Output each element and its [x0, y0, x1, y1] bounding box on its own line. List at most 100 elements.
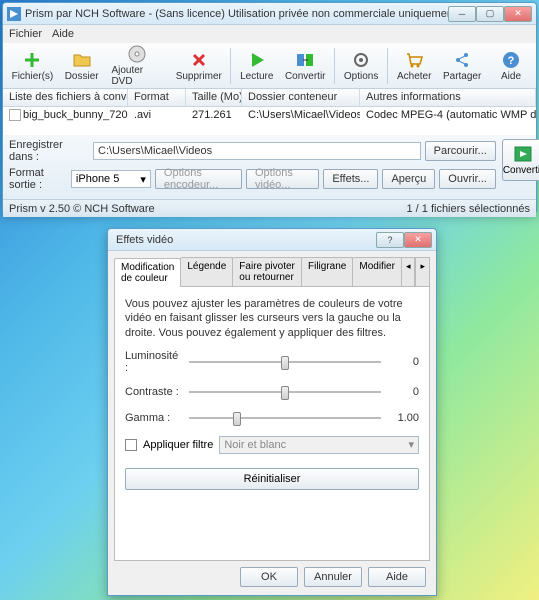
tabs: Modification de couleur Légende Faire pi…	[114, 257, 430, 287]
encoder-options-button[interactable]: Options encodeur...	[155, 169, 242, 189]
maximize-button[interactable]: ▢	[476, 6, 504, 22]
dvd-icon	[127, 44, 147, 64]
gamma-label: Gamma :	[125, 412, 181, 424]
separator	[230, 48, 231, 84]
play-icon	[247, 50, 267, 70]
col-name[interactable]: Liste des fichiers à convertir	[3, 89, 128, 106]
dialog-help-button[interactable]: ?	[376, 232, 404, 248]
applyfilter-checkbox[interactable]	[125, 439, 137, 451]
dialog-titlebar[interactable]: Effets vidéo ? ✕	[108, 229, 436, 251]
cell-name: big_buck_bunny_720p_st...	[3, 108, 128, 122]
tab-scroll-left[interactable]: ◂	[401, 257, 416, 286]
dialog-body: Modification de couleur Légende Faire pi…	[108, 251, 436, 595]
window-controls: ─ ▢ ✕	[448, 6, 532, 22]
status-right: 1 / 1 fichiers sélectionnés	[406, 203, 530, 215]
convert-icon	[295, 50, 315, 70]
brightness-value: 0	[389, 356, 419, 368]
video-options-button[interactable]: Options vidéo...	[246, 169, 319, 189]
open-button[interactable]: Ouvrir...	[439, 169, 496, 189]
separator	[387, 48, 388, 84]
tab-color[interactable]: Modification de couleur	[114, 258, 181, 287]
chevron-down-icon: ▾	[140, 173, 146, 186]
menu-help[interactable]: Aide	[52, 28, 74, 40]
cell-size: 271.261	[186, 108, 242, 122]
options-button[interactable]: Options	[339, 48, 383, 84]
filter-select[interactable]: Noir et blanc▾	[219, 436, 419, 454]
description: Vous pouvez ajuster les paramètres de co…	[125, 297, 419, 340]
savein-input[interactable]: C:\Users\Micael\Videos	[93, 142, 421, 160]
browse-button[interactable]: Parcourir...	[425, 141, 496, 161]
cell-folder: C:\Users\Micael\Videos	[242, 108, 360, 122]
add-folder-button[interactable]: Dossier	[60, 48, 104, 84]
contrast-slider[interactable]	[189, 384, 381, 400]
help-button[interactable]: Aide	[368, 567, 426, 587]
tab-caption[interactable]: Légende	[180, 257, 233, 286]
tab-modify[interactable]: Modifier	[352, 257, 402, 286]
savein-label: Enregistrer dans :	[9, 139, 89, 163]
add-files-button[interactable]: Fichier(s)	[7, 48, 58, 84]
reset-button[interactable]: Réinitialiser	[125, 468, 419, 490]
cell-other: Codec MPEG-4 (automatic WMP downloa...	[360, 108, 536, 122]
delete-icon	[189, 50, 209, 70]
col-size[interactable]: Taille (Mo)	[186, 89, 242, 106]
svg-text:?: ?	[508, 55, 515, 67]
add-dvd-button[interactable]: Ajouter DVD	[105, 42, 169, 89]
outfmt-label: Format sortie :	[9, 167, 67, 191]
bottom-panel: Enregistrer dans : C:\Users\Micael\Video…	[3, 135, 536, 199]
convert-icon	[513, 145, 533, 163]
contrast-value: 0	[389, 386, 419, 398]
window-title: Prism par NCH Software - (Sans licence) …	[25, 8, 448, 20]
status-left: Prism v 2.50 © NCH Software	[9, 203, 155, 215]
brightness-label: Luminosité :	[125, 350, 181, 374]
col-folder[interactable]: Dossier conteneur	[242, 89, 360, 106]
convert-big-button[interactable]: Convertir	[502, 139, 539, 181]
close-button[interactable]: ✕	[504, 6, 532, 22]
tab-scroll-right[interactable]: ▸	[415, 257, 430, 286]
separator	[334, 48, 335, 84]
col-other[interactable]: Autres informations	[360, 89, 536, 106]
brightness-slider[interactable]	[189, 354, 381, 370]
menu-file[interactable]: Fichier	[9, 28, 42, 40]
convert-button[interactable]: Convertir	[280, 48, 330, 84]
tab-watermark[interactable]: Filigrane	[301, 257, 353, 286]
menubar: Fichier Aide	[3, 25, 536, 43]
toolbar: Fichier(s) Dossier Ajouter DVD Supprimer…	[3, 43, 536, 89]
minimize-button[interactable]: ─	[448, 6, 476, 22]
file-row[interactable]: big_buck_bunny_720p_st... .avi 271.261 C…	[3, 107, 536, 123]
share-button[interactable]: Partager	[438, 48, 486, 84]
main-window: Prism par NCH Software - (Sans licence) …	[2, 2, 537, 212]
file-list[interactable]: big_buck_bunny_720p_st... .avi 271.261 C…	[3, 107, 536, 135]
folder-icon	[72, 50, 92, 70]
buy-button[interactable]: Acheter	[392, 48, 436, 84]
cart-icon	[404, 50, 424, 70]
help-icon: ?	[501, 50, 521, 70]
dialog-close-button[interactable]: ✕	[404, 232, 432, 248]
app-icon	[7, 7, 21, 21]
gamma-slider[interactable]	[189, 410, 381, 426]
column-headers: Liste des fichiers à convertir Format Ta…	[3, 89, 536, 107]
gamma-value: 1.00	[389, 412, 419, 424]
dialog-buttons: OK Annuler Aide	[114, 561, 430, 589]
delete-button[interactable]: Supprimer	[171, 48, 226, 84]
cancel-button[interactable]: Annuler	[304, 567, 362, 587]
play-button[interactable]: Lecture	[235, 48, 278, 84]
preview-button[interactable]: Aperçu	[382, 169, 435, 189]
effects-dialog: Effets vidéo ? ✕ Modification de couleur…	[107, 228, 437, 596]
cell-format: .avi	[128, 108, 186, 122]
share-icon	[452, 50, 472, 70]
statusbar: Prism v 2.50 © NCH Software 1 / 1 fichie…	[3, 199, 536, 217]
plus-icon	[22, 50, 42, 70]
gear-icon	[351, 50, 371, 70]
titlebar[interactable]: Prism par NCH Software - (Sans licence) …	[3, 3, 536, 25]
col-format[interactable]: Format	[128, 89, 186, 106]
outfmt-select[interactable]: iPhone 5▾	[71, 170, 151, 188]
tab-rotate[interactable]: Faire pivoter ou retourner	[232, 257, 302, 286]
dialog-title: Effets vidéo	[112, 234, 376, 246]
contrast-label: Contraste :	[125, 386, 181, 398]
ok-button[interactable]: OK	[240, 567, 298, 587]
effects-button[interactable]: Effets...	[323, 169, 378, 189]
help-button[interactable]: ?Aide	[490, 48, 532, 84]
chevron-down-icon: ▾	[408, 438, 414, 451]
tab-content: Vous pouvez ajuster les paramètres de co…	[114, 287, 430, 561]
applyfilter-label: Appliquer filtre	[143, 439, 213, 451]
